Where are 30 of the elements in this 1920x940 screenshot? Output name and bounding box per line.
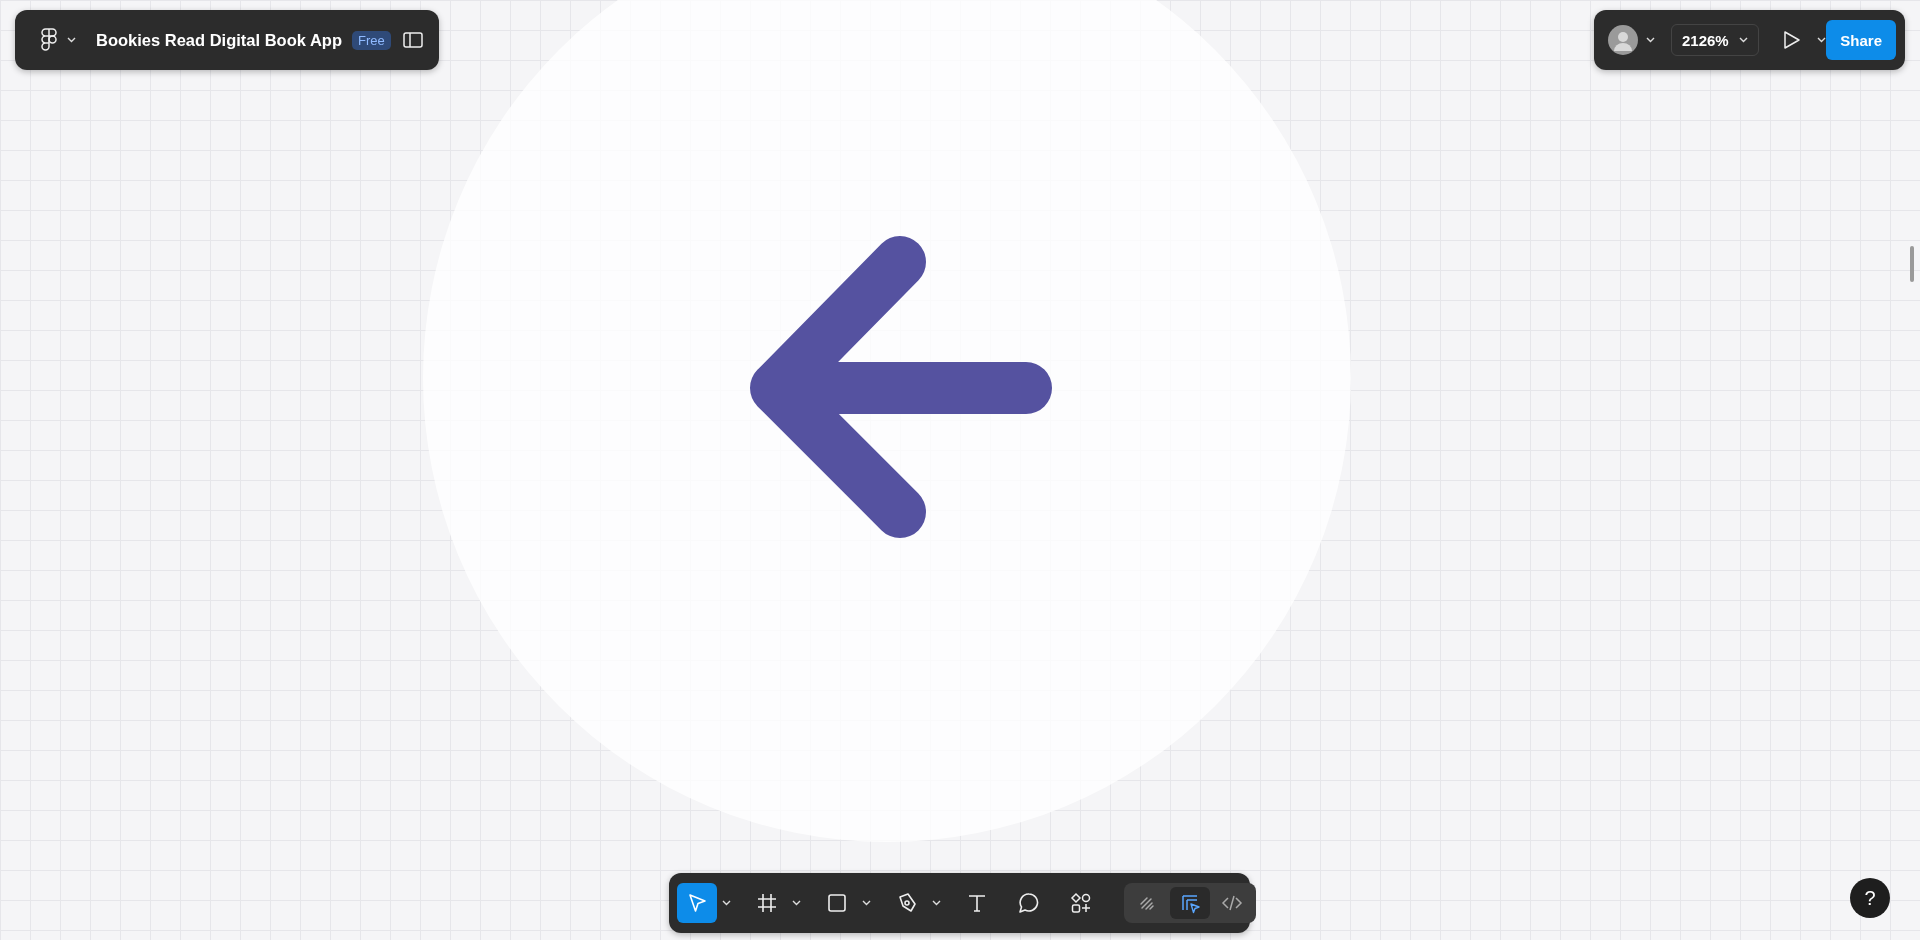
- shapes-icon: [1070, 892, 1092, 914]
- sidebar-toggle-icon[interactable]: [403, 32, 423, 48]
- plan-badge: Free: [352, 30, 391, 50]
- frame-tool-icon: [756, 892, 778, 914]
- caret-icon: [791, 900, 801, 906]
- layout-pointer-mode-button[interactable]: [1170, 887, 1210, 919]
- pen-tool-icon: [896, 892, 918, 914]
- layout-pointer-icon: [1179, 892, 1201, 914]
- present-menu-button[interactable]: [1816, 37, 1826, 43]
- share-button[interactable]: Share: [1826, 20, 1896, 60]
- scrollbar-handle[interactable]: [1910, 246, 1914, 282]
- rectangle-tool-icon: [826, 892, 848, 914]
- play-icon[interactable]: [1782, 30, 1801, 50]
- logo-icon: [41, 28, 57, 52]
- help-button[interactable]: ?: [1850, 878, 1890, 918]
- caret-icon: [721, 900, 731, 906]
- zoom-dropdown[interactable]: 2126%: [1671, 24, 1759, 56]
- avatar-button[interactable]: [1608, 25, 1655, 55]
- caret-icon: [1646, 37, 1655, 43]
- caret-icon: [67, 37, 76, 43]
- text-tool-icon: [966, 892, 988, 914]
- caret-icon: [1738, 37, 1748, 43]
- file-name[interactable]: Bookies Read Digital Book App: [96, 30, 342, 50]
- caret-icon: [931, 900, 941, 906]
- caret-icon: [1816, 37, 1826, 43]
- caret-icon: [861, 900, 871, 906]
- avatar-icon: [1608, 25, 1638, 55]
- comment-tool-icon: [1018, 892, 1040, 914]
- move-tool-icon: [686, 892, 708, 914]
- move-tool-button[interactable]: [677, 883, 717, 923]
